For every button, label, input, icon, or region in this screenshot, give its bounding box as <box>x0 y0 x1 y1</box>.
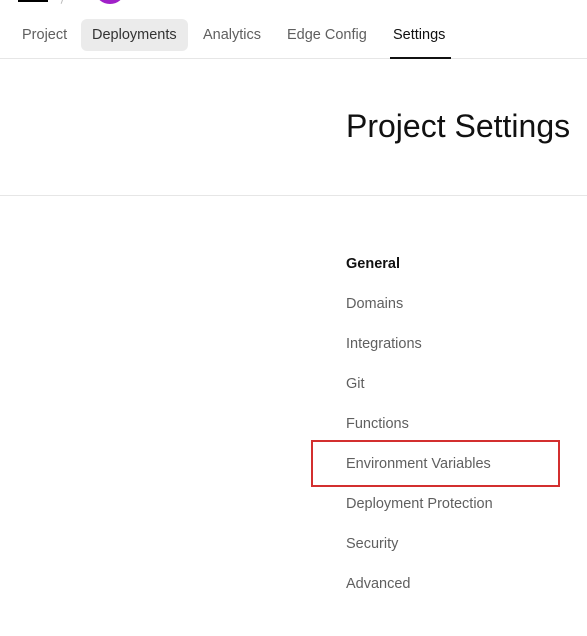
settings-nav-integrations[interactable]: Integrations <box>346 324 422 364</box>
settings-nav-security[interactable]: Security <box>346 524 398 564</box>
tab-project[interactable]: Project <box>11 19 78 51</box>
settings-nav-git[interactable]: Git <box>346 364 365 404</box>
settings-nav-functions[interactable]: Functions <box>346 404 409 444</box>
tab-edge-config[interactable]: Edge Config <box>276 19 378 51</box>
project-tabs: Project Deployments Analytics Edge Confi… <box>0 0 587 59</box>
settings-nav-environment-variables[interactable]: Environment Variables <box>346 444 491 484</box>
settings-nav-advanced[interactable]: Advanced <box>346 564 411 604</box>
settings-nav-domains[interactable]: Domains <box>346 284 403 324</box>
active-tab-indicator <box>390 57 451 59</box>
tab-analytics[interactable]: Analytics <box>192 19 272 51</box>
tab-settings[interactable]: Settings <box>382 19 456 51</box>
settings-nav-deployment-protection[interactable]: Deployment Protection <box>346 484 493 524</box>
tab-deployments[interactable]: Deployments <box>81 19 188 51</box>
page-title: Project Settings <box>346 108 571 144</box>
header-divider <box>0 195 587 196</box>
settings-nav-general[interactable]: General <box>346 244 400 284</box>
